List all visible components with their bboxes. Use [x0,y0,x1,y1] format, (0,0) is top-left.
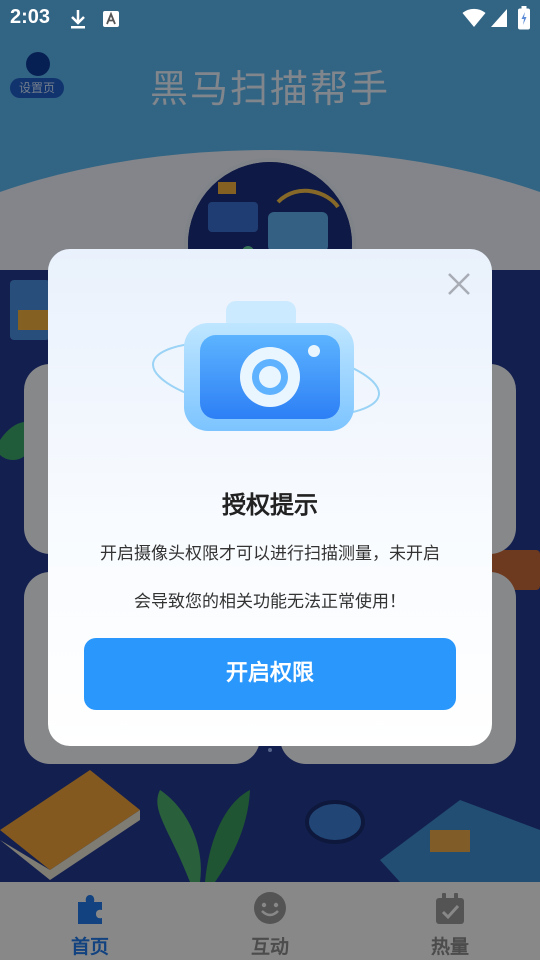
signal-icon [491,9,507,27]
download-icon [71,10,85,29]
status-time: 2:03 [10,6,51,28]
dialog-message-line2: 会导致您的相关功能无法正常使用！ [134,592,406,612]
wifi-icon [462,8,486,27]
close-icon[interactable] [444,269,474,299]
status-bar: 2:03 [0,0,540,36]
grant-permission-button[interactable]: 开启权限 [84,638,456,710]
battery-charging-icon [518,6,530,30]
permission-dialog: 授权提示 开启摄像头权限才可以进行扫描测量，未开启 会导致您的相关功能无法正常使… [48,249,492,746]
dialog-title: 授权提示 [222,491,318,519]
camera-icon [152,301,380,431]
dialog-message-line1: 开启摄像头权限才可以进行扫描测量，未开启 [100,544,440,564]
font-a-icon [103,11,119,27]
